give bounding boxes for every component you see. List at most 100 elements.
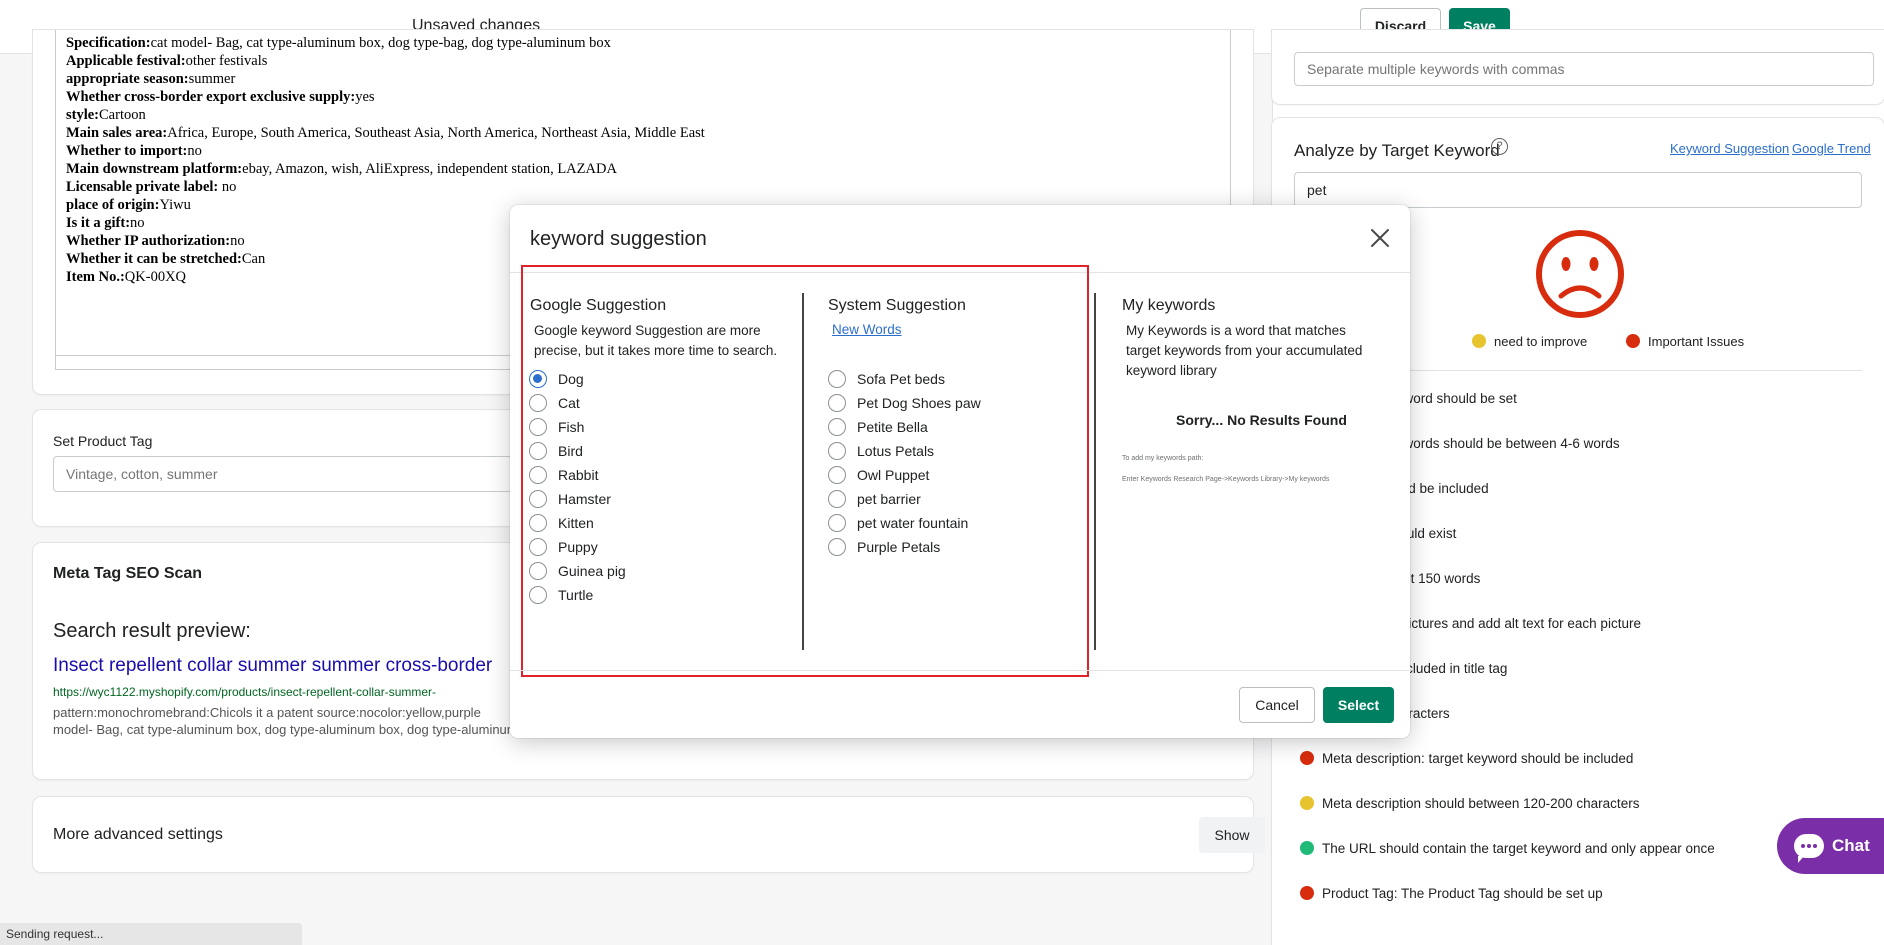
description-row-label: Whether cross-border export exclusive su… xyxy=(66,89,356,105)
google-suggestion-option[interactable]: Fish xyxy=(529,418,584,436)
radio-button[interactable] xyxy=(828,442,846,460)
keyword-suggestion-modal: keyword suggestion Google Suggestion Goo… xyxy=(510,205,1410,738)
keyword-suggestion-link[interactable]: Keyword Suggestion xyxy=(1670,141,1789,156)
description-row-label: Applicable festival: xyxy=(66,53,186,69)
radio-button[interactable] xyxy=(529,514,547,532)
column-divider xyxy=(1094,293,1096,650)
google-suggestion-option[interactable]: Dog xyxy=(529,370,584,388)
legend-item: need to improve xyxy=(1472,334,1587,349)
system-suggestion-option[interactable]: Petite Bella xyxy=(828,418,928,436)
radio-button[interactable] xyxy=(529,562,547,580)
description-row-label: style: xyxy=(66,107,100,123)
description-row: Main downstream platform:ebay, Amazon, w… xyxy=(66,160,1220,178)
google-suggestion-option-label: Fish xyxy=(558,419,585,435)
radio-button[interactable] xyxy=(529,586,547,604)
description-row: Applicable festival:other festivals xyxy=(66,52,1220,70)
system-suggestion-option-label: Pet Dog Shoes paw xyxy=(857,395,981,411)
google-suggestion-option[interactable]: Kitten xyxy=(529,514,594,532)
radio-button[interactable] xyxy=(529,394,547,412)
radio-button[interactable] xyxy=(529,490,547,508)
description-row-value: Cartoon xyxy=(99,107,146,123)
system-suggestion-column: System Suggestion xyxy=(828,297,1088,315)
system-suggestion-title: System Suggestion xyxy=(828,297,966,314)
status-dot-icon xyxy=(1626,334,1640,348)
advanced-settings-title: More advanced settings xyxy=(53,826,223,843)
my-keywords-title: My keywords xyxy=(1122,297,1216,314)
my-keywords-description: My Keywords is a word that matches targe… xyxy=(1126,323,1363,378)
description-row-label: appropriate season: xyxy=(66,71,189,87)
google-suggestion-option[interactable]: Rabbit xyxy=(529,466,598,484)
radio-button[interactable] xyxy=(529,466,547,484)
show-advanced-button[interactable]: Show xyxy=(1199,817,1265,853)
legend-item: Important Issues xyxy=(1626,334,1744,349)
system-suggestion-option[interactable]: pet barrier xyxy=(828,490,921,508)
system-suggestion-option-label: Lotus Petals xyxy=(857,443,935,459)
description-row-label: Whether it can be stretched: xyxy=(66,251,242,267)
status-dot-icon xyxy=(1300,841,1314,855)
modal-title: keyword suggestion xyxy=(530,228,707,250)
new-words-link[interactable]: New Words xyxy=(832,322,902,337)
chat-bubble-icon xyxy=(1794,834,1824,863)
description-row-value: no xyxy=(230,233,245,249)
google-suggestion-option[interactable]: Guinea pig xyxy=(529,562,626,580)
chat-button[interactable]: Chat xyxy=(1777,818,1884,874)
seo-issue-text: Product Tag: The Product Tag should be s… xyxy=(1322,886,1603,901)
seo-issue-item: Product Tag: The Product Tag should be s… xyxy=(1300,886,1603,901)
search-preview-title[interactable]: Insect repellent collar summer summer cr… xyxy=(53,655,492,677)
select-button[interactable]: Select xyxy=(1323,687,1394,723)
keywords-input[interactable] xyxy=(1294,52,1874,86)
radio-button[interactable] xyxy=(828,418,846,436)
radio-button[interactable] xyxy=(529,538,547,556)
google-suggestion-option[interactable]: Cat xyxy=(529,394,580,412)
cancel-button[interactable]: Cancel xyxy=(1239,687,1315,723)
description-row-label: Is it a gift: xyxy=(66,215,131,231)
close-icon[interactable] xyxy=(1367,225,1393,251)
description-row-value: other festivals xyxy=(185,53,268,69)
system-suggestion-option[interactable]: Sofa Pet beds xyxy=(828,370,945,388)
radio-button[interactable] xyxy=(529,370,547,388)
description-row: Specification:cat model- Bag, cat type-a… xyxy=(66,34,1220,52)
description-row-value: Africa, Europe, South America, Southeast… xyxy=(167,125,705,141)
seo-issue-item: The URL should contain the target keywor… xyxy=(1300,841,1715,856)
google-suggestion-option[interactable]: Turtle xyxy=(529,586,593,604)
system-suggestion-option[interactable]: pet water fountain xyxy=(828,514,968,532)
keywords-path-label: To add my keywords path: xyxy=(1122,455,1204,462)
radio-button[interactable] xyxy=(828,394,846,412)
radio-button[interactable] xyxy=(828,490,846,508)
radio-button[interactable] xyxy=(529,442,547,460)
description-row-value: Can xyxy=(241,251,266,267)
keywords-card xyxy=(1272,30,1884,104)
description-row-label: Specification: xyxy=(66,35,151,51)
radio-button[interactable] xyxy=(828,466,846,484)
description-row-label: Main downstream platform: xyxy=(66,161,243,177)
system-suggestion-option[interactable]: Purple Petals xyxy=(828,538,940,556)
description-row-label: Whether to import: xyxy=(66,143,188,159)
system-suggestion-option[interactable]: Pet Dog Shoes paw xyxy=(828,394,981,412)
description-row-label: Main sales area: xyxy=(66,125,168,141)
description-row: Whether cross-border export exclusive su… xyxy=(66,88,1220,106)
system-suggestion-option-label: Owl Puppet xyxy=(857,467,930,483)
google-suggestion-option[interactable]: Bird xyxy=(529,442,583,460)
google-suggestion-title: Google Suggestion xyxy=(530,297,667,314)
radio-button[interactable] xyxy=(529,418,547,436)
system-suggestion-option[interactable]: Owl Puppet xyxy=(828,466,929,484)
target-keyword-input[interactable] xyxy=(1294,172,1862,208)
google-suggestion-option[interactable]: Puppy xyxy=(529,538,598,556)
google-trend-link[interactable]: Google Trend xyxy=(1792,141,1871,156)
system-suggestion-option-label: pet water fountain xyxy=(857,515,969,531)
description-row-value: no xyxy=(130,215,145,231)
description-row-label: Licensable private label: xyxy=(66,179,219,195)
status-dot-icon xyxy=(1300,751,1314,765)
radio-button[interactable] xyxy=(828,514,846,532)
description-row: style:Cartoon xyxy=(66,106,1220,124)
seo-issue-text: The URL should contain the target keywor… xyxy=(1322,841,1715,856)
google-suggestion-option[interactable]: Hamster xyxy=(529,490,611,508)
radio-button[interactable] xyxy=(828,538,846,556)
status-dot-icon xyxy=(1300,796,1314,810)
question-circle-icon[interactable]: ? xyxy=(1491,138,1508,155)
description-row-value: Yiwu xyxy=(159,197,191,213)
description-row: Main sales area:Africa, Europe, South Am… xyxy=(66,124,1220,142)
system-suggestion-option[interactable]: Lotus Petals xyxy=(828,442,934,460)
radio-button[interactable] xyxy=(828,370,846,388)
search-preview-url: https://wyc1122.myshopify.com/products/i… xyxy=(53,685,437,699)
